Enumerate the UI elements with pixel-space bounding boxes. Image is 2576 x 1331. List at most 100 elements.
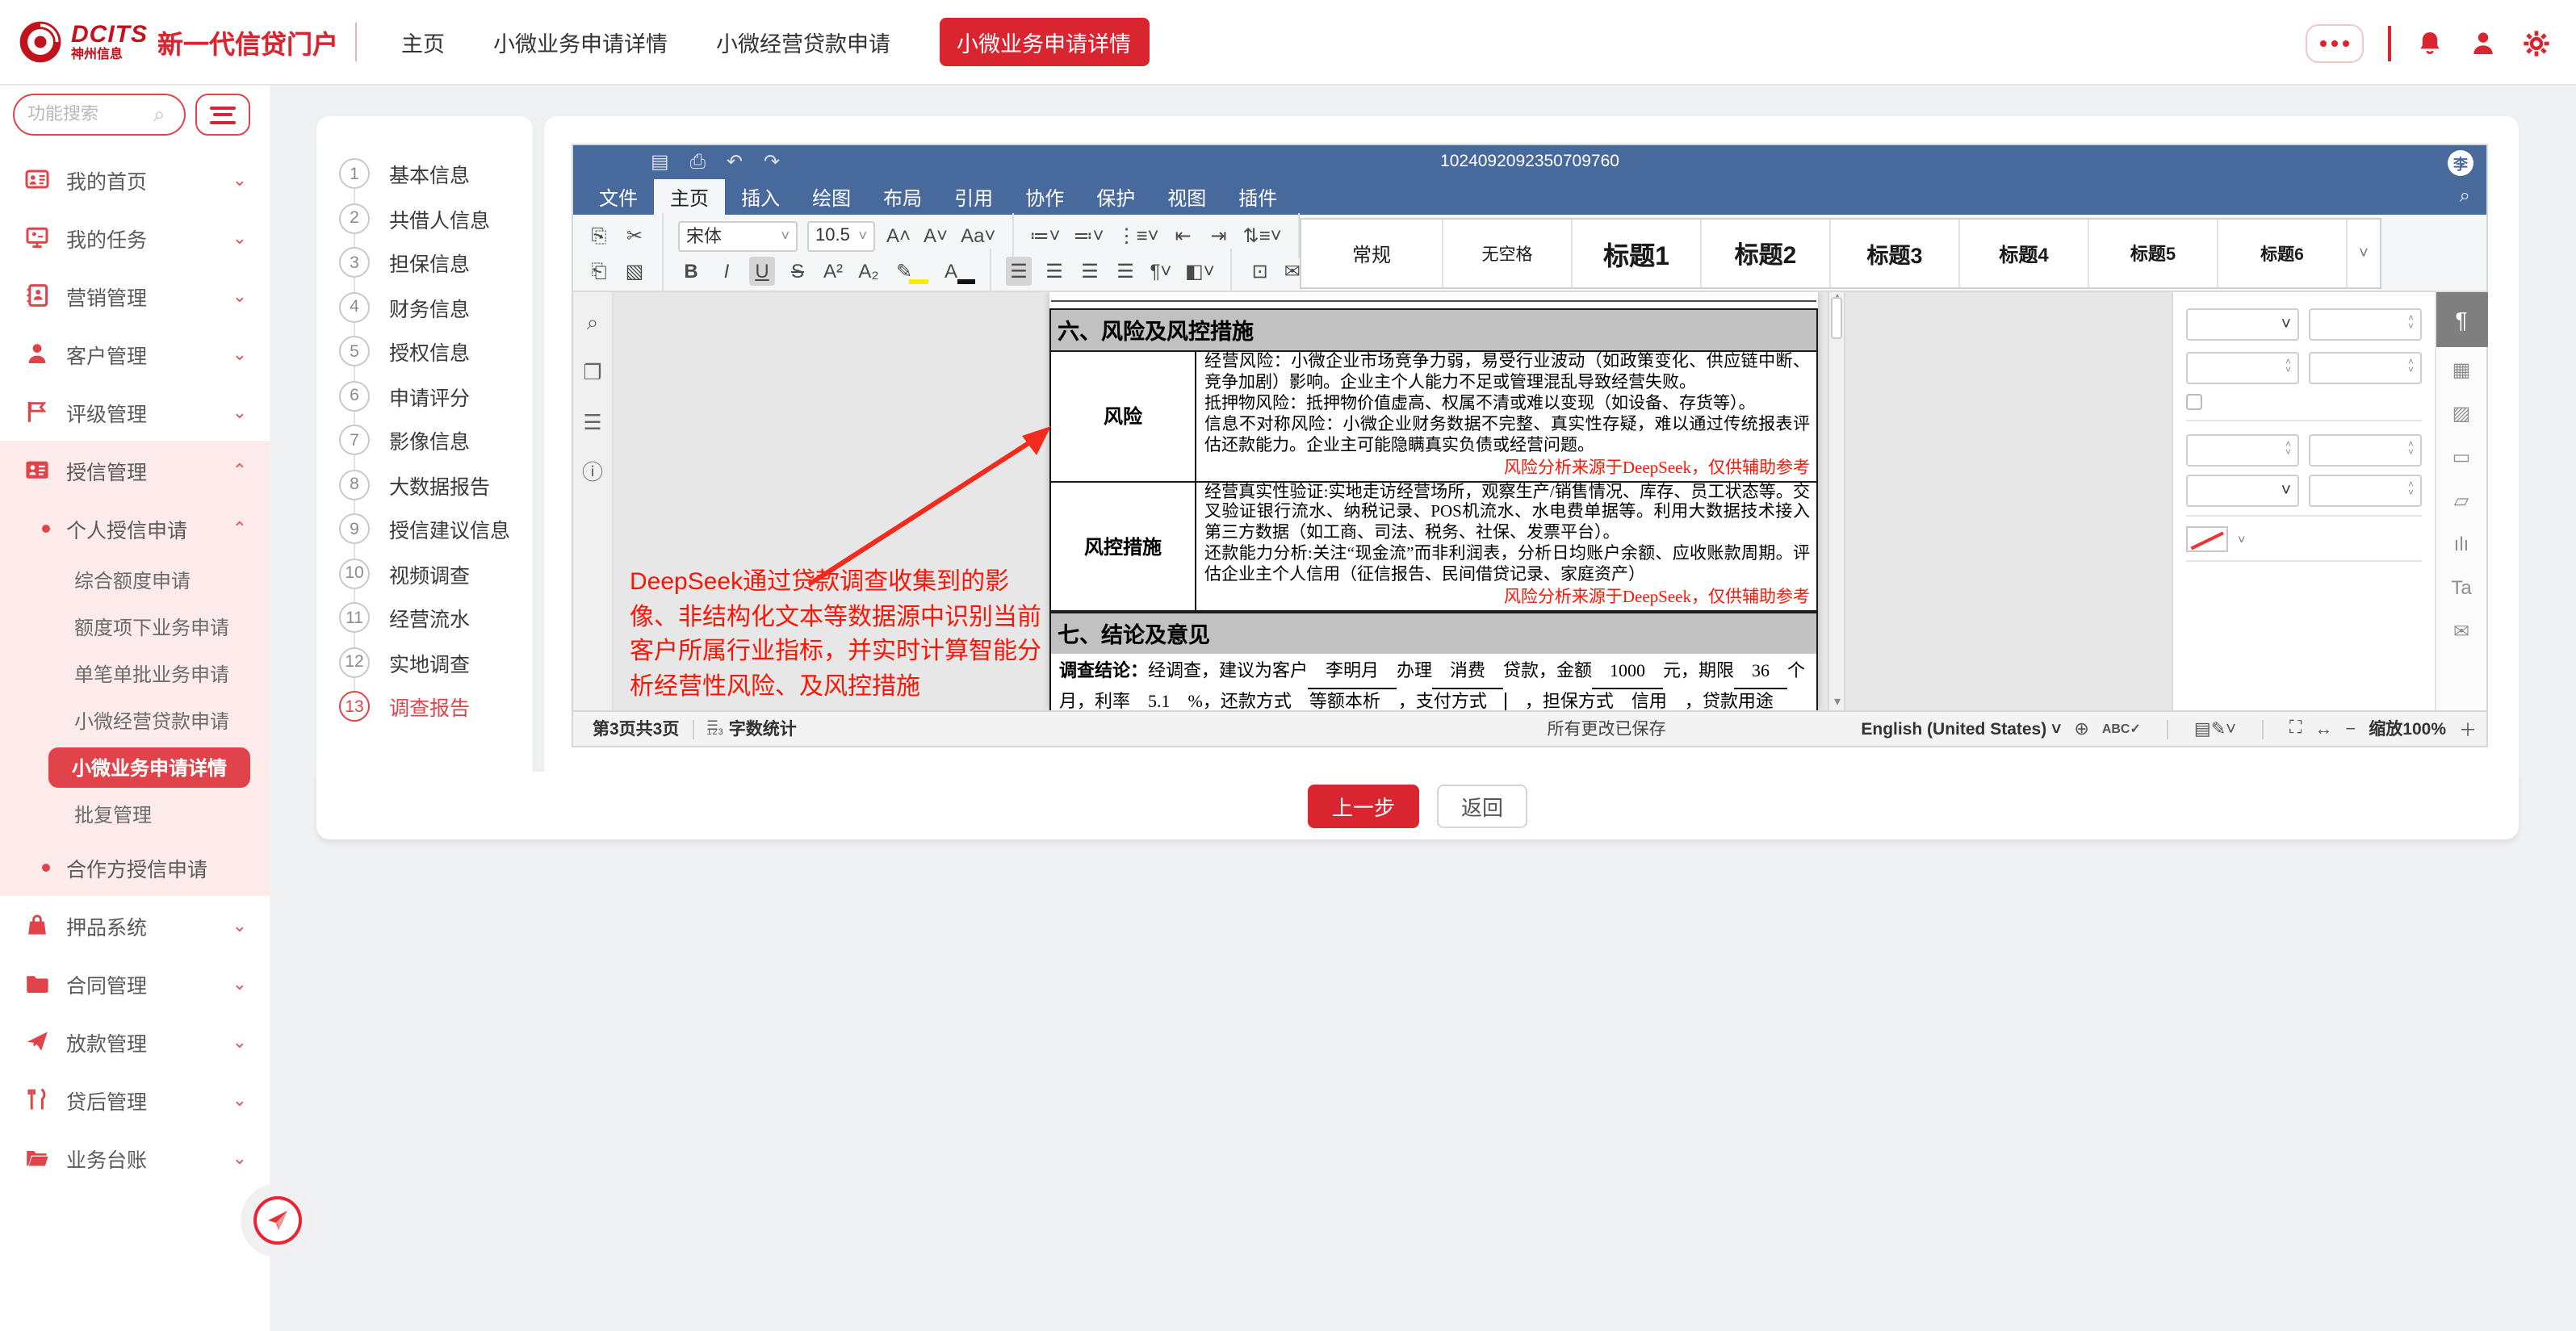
step-item-5[interactable]: 5授权信息 (316, 329, 533, 374)
bold-icon[interactable]: B (678, 257, 704, 286)
italic-icon[interactable]: I (714, 257, 739, 286)
document-page[interactable]: 六、风险及风控措施 风险 经营风险：小微企业市场竞争力弱，易受行业波动（如政策变… (1049, 292, 1818, 710)
sidebar-item-5[interactable]: 授信管理⌃ (0, 441, 270, 499)
sidebar-item-10[interactable]: 小微经营贷款申请 (0, 697, 270, 744)
shrink-font-icon[interactable]: A˅ (922, 221, 949, 250)
style-1[interactable]: 无空格 (1443, 220, 1573, 287)
fit-page-icon[interactable]: ⛶ (2289, 718, 2302, 739)
textart-panel-icon[interactable]: Ta (2436, 565, 2487, 609)
editor-tab-8[interactable]: 视图 (1151, 179, 1222, 215)
info-icon[interactable]: ⓘ (582, 462, 603, 484)
editor-tab-7[interactable]: 保护 (1080, 179, 1151, 215)
step-item-4[interactable]: 4财务信息 (316, 285, 533, 329)
line-spacing-icon[interactable]: ⇅≡˅ (1242, 221, 1284, 250)
find-icon[interactable]: ⌕ (587, 312, 599, 334)
superscript-icon[interactable]: A² (820, 257, 846, 286)
chevron-down-icon[interactable]: ⌄ (232, 227, 247, 248)
space-after-stepper[interactable]: ˄˅ (2309, 352, 2422, 384)
comments-icon[interactable]: ❐ (583, 362, 601, 384)
chevron-down-icon[interactable]: ⌄ (232, 1089, 247, 1110)
line-spacing-stepper[interactable]: ˄˅ (2309, 308, 2422, 341)
sidebar-item-11[interactable]: 小微业务申请详情 (0, 744, 270, 791)
previous-step-button[interactable]: 上一步 (1308, 784, 1419, 827)
strikethrough-icon[interactable]: S (785, 257, 810, 286)
step-item-10[interactable]: 10视频调查 (316, 551, 533, 596)
chevron-down-icon[interactable]: ⌄ (232, 343, 247, 364)
style-5[interactable]: 标题4 (1960, 220, 2089, 287)
editor-search-icon[interactable]: ⌕ (2460, 184, 2470, 208)
sidebar-collapse-button[interactable] (195, 94, 250, 136)
nav-tab-1[interactable]: 小微业务申请详情 (493, 26, 668, 58)
language-selector[interactable]: English (United States) ˅ (1861, 719, 2061, 739)
paragraph-panel-icon[interactable]: ¶ (2436, 292, 2487, 347)
user-icon[interactable] (2469, 28, 2498, 57)
spellcheck-language-icon[interactable]: ⊕ (2074, 718, 2088, 739)
paragraph-mark-icon[interactable]: ¶˅ (1148, 257, 1174, 286)
editor-tab-6[interactable]: 协作 (1009, 179, 1080, 215)
style-2[interactable]: 标题1 (1573, 220, 1702, 287)
edit-mode-icon[interactable]: ▤✎˅ (2194, 718, 2236, 739)
multilevel-list-icon[interactable]: ⋮≡˅ (1116, 221, 1161, 250)
sidebar-item-12[interactable]: 批复管理 (0, 791, 270, 838)
sidebar-item-14[interactable]: 押品系统⌄ (0, 896, 270, 954)
sidebar-item-17[interactable]: 贷后管理⌄ (0, 1070, 270, 1128)
sidebar-item-2[interactable]: 营销管理⌄ (0, 266, 270, 324)
step-item-1[interactable]: 1基本信息 (316, 152, 533, 196)
style-6[interactable]: 标题5 (2089, 220, 2218, 287)
nav-tab-3[interactable]: 小微业务申请详情 (939, 18, 1149, 66)
step-item-9[interactable]: 9授信建议信息 (316, 507, 533, 551)
zoom-out-icon[interactable]: − (2345, 719, 2356, 739)
floating-assistant-button[interactable] (253, 1196, 302, 1245)
sidebar-item-0[interactable]: 我的首页⌄ (0, 150, 270, 208)
editor-tab-3[interactable]: 绘图 (796, 179, 867, 215)
collaborator-avatar[interactable]: 李 (2448, 150, 2473, 176)
chevron-up-icon[interactable]: ⌃ (232, 517, 247, 538)
nav-tab-0[interactable]: 主页 (401, 26, 445, 58)
sidebar-active-item[interactable]: 小微业务申请详情 (48, 747, 250, 788)
function-search-input[interactable] (27, 105, 153, 124)
style-gallery-more-icon[interactable]: ˅ (2348, 220, 2380, 287)
back-button[interactable]: 返回 (1437, 784, 1527, 827)
background-color-swatch[interactable] (2186, 526, 2228, 552)
align-right-icon[interactable]: ☰ (1077, 257, 1103, 286)
indent-left-stepper[interactable]: ˄˅ (2186, 434, 2299, 467)
style-3[interactable]: 标题2 (1702, 220, 1831, 287)
space-before-stepper[interactable]: ˄˅ (2186, 352, 2299, 384)
underline-icon[interactable]: U (749, 257, 775, 286)
scrollbar-thumb[interactable] (1831, 297, 1842, 339)
chevron-down-icon[interactable]: ⌄ (232, 1147, 247, 1168)
format-painter-icon[interactable]: ⊡ (1247, 257, 1273, 286)
fit-width-icon[interactable]: ↔ (2314, 719, 2332, 739)
more-menu-icon[interactable] (2306, 23, 2364, 62)
special-format-stepper[interactable]: ˄˅ (2309, 475, 2422, 507)
special-format-select[interactable]: ˅ (2186, 475, 2299, 507)
sidebar-item-13[interactable]: 合作方授信申请 (0, 838, 270, 896)
chevron-down-icon[interactable]: ⌄ (232, 915, 247, 935)
editor-tab-9[interactable]: 插件 (1222, 179, 1293, 215)
fill-color-icon[interactable]: ◧˅ (1183, 257, 1217, 286)
align-center-icon[interactable]: ☰ (1041, 257, 1067, 286)
subscript-icon[interactable]: A₂ (856, 257, 882, 286)
numbered-list-icon[interactable]: ≕˅ (1071, 221, 1105, 250)
copy-icon[interactable]: ⎗ (586, 257, 612, 286)
outline-icon[interactable]: ☰ (583, 412, 601, 434)
swatch-chevron-icon[interactable]: ˅ (2238, 532, 2245, 546)
word-count-label[interactable]: 字数统计 (729, 717, 797, 741)
mail-panel-icon[interactable]: ✉ (2436, 609, 2487, 652)
step-item-3[interactable]: 3担保信息 (316, 241, 533, 285)
indent-right-stepper[interactable]: ˄˅ (2309, 434, 2422, 467)
same-style-checkbox[interactable] (2186, 394, 2202, 410)
conclusion-paragraph[interactable]: 调查结论：经调查，建议为客户李明月办理消费贷款，金额1000元，期限36个月，利… (1049, 654, 1818, 710)
zoom-in-icon[interactable]: ＋ (2459, 716, 2477, 742)
chevron-down-icon[interactable]: ⌄ (232, 169, 247, 190)
chevron-up-icon[interactable]: ⌃ (232, 459, 247, 480)
editor-tab-0[interactable]: 文件 (583, 179, 654, 215)
sidebar-item-16[interactable]: 放款管理⌄ (0, 1012, 270, 1070)
align-left-icon[interactable]: ☰ (1006, 257, 1032, 286)
zoom-level[interactable]: 缩放100% (2369, 717, 2446, 741)
sidebar-item-1[interactable]: 我的任务⌄ (0, 208, 270, 266)
settings-gear-icon[interactable] (2522, 28, 2551, 57)
line-spacing-select[interactable]: ˅ (2186, 308, 2299, 341)
indent-icon[interactable]: ⇥ (1206, 221, 1232, 250)
sidebar-item-7[interactable]: 综合额度申请 (0, 557, 270, 604)
